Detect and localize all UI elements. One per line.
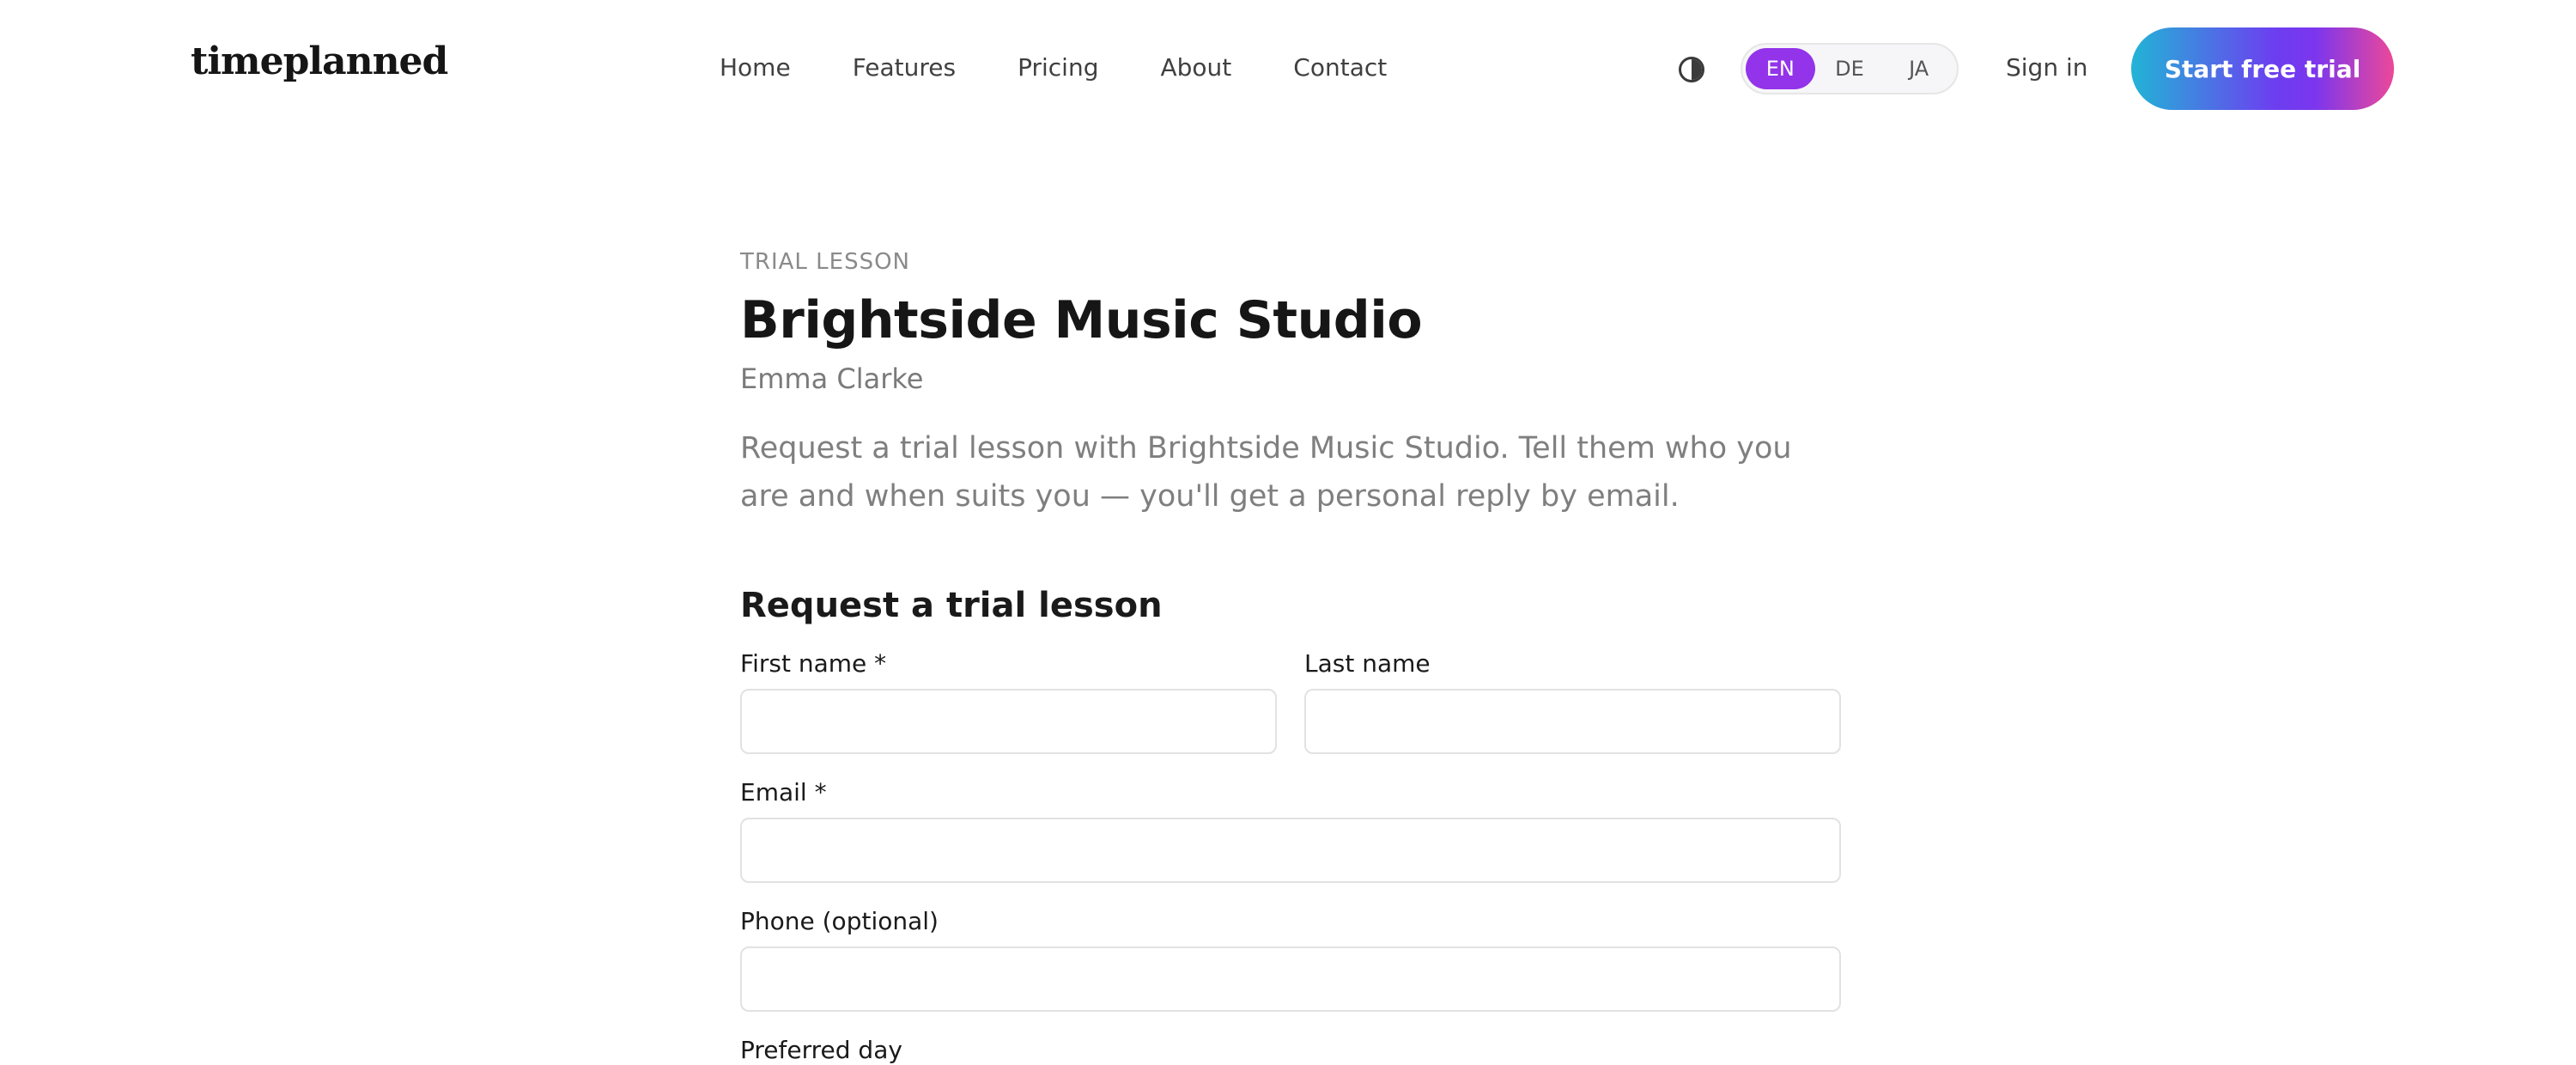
main-content: TRIAL LESSON Brightside Music Studio Emm…: [740, 249, 1841, 1063]
email-row: Email *: [740, 780, 1841, 883]
last-name-input[interactable]: [1304, 689, 1841, 754]
last-name-label: Last name: [1304, 649, 1431, 678]
main-nav: Home Features Pricing About Contact: [720, 53, 1449, 82]
lang-en[interactable]: EN: [1746, 48, 1815, 89]
page: timeplanned Home Features Pricing About …: [0, 0, 2576, 1065]
lang-ja[interactable]: JA: [1884, 48, 1953, 89]
first-name-input[interactable]: [740, 689, 1277, 754]
first-name-label: First name *: [740, 649, 887, 678]
nav-pricing[interactable]: Pricing: [1018, 53, 1098, 82]
logo[interactable]: timeplanned: [191, 40, 448, 83]
language-switcher: EN DE JA: [1741, 43, 1959, 94]
nav-home[interactable]: Home: [720, 53, 791, 82]
phone-row: Phone (optional): [740, 909, 1841, 1012]
nav-contact[interactable]: Contact: [1293, 53, 1387, 82]
phone-input[interactable]: [740, 946, 1841, 1012]
eyebrow: TRIAL LESSON: [740, 249, 910, 275]
next-field-label: Preferred day: [740, 1036, 902, 1064]
nav-features[interactable]: Features: [853, 53, 956, 82]
next-row: Preferred day: [740, 1038, 1841, 1063]
site-header: timeplanned Home Features Pricing About …: [0, 0, 2576, 137]
form-title: Request a trial lesson: [740, 586, 1163, 625]
phone-group: Phone (optional): [740, 909, 1841, 1012]
email-group: Email *: [740, 780, 1841, 883]
teacher-name: Emma Clarke: [740, 362, 924, 395]
phone-label: Phone (optional): [740, 907, 939, 935]
sign-in-link[interactable]: Sign in: [2006, 53, 2088, 82]
next-field-group: Preferred day: [740, 1038, 1841, 1063]
email-label: Email *: [740, 778, 827, 806]
trial-request-form: First name * Last name Email * Phone (op…: [740, 651, 1841, 1063]
nav-about[interactable]: About: [1160, 53, 1231, 82]
start-free-trial-button[interactable]: Start free trial: [2131, 27, 2394, 110]
page-description: Request a trial lesson with Brightside M…: [740, 431, 1792, 514]
first-name-group: First name *: [740, 651, 1277, 754]
email-input[interactable]: [740, 818, 1841, 883]
lang-de[interactable]: DE: [1815, 48, 1885, 89]
name-row: First name * Last name: [740, 651, 1841, 754]
contrast-icon[interactable]: [1679, 57, 1704, 82]
last-name-group: Last name: [1304, 651, 1841, 754]
page-title: Brightside Music Studio: [740, 290, 1423, 350]
